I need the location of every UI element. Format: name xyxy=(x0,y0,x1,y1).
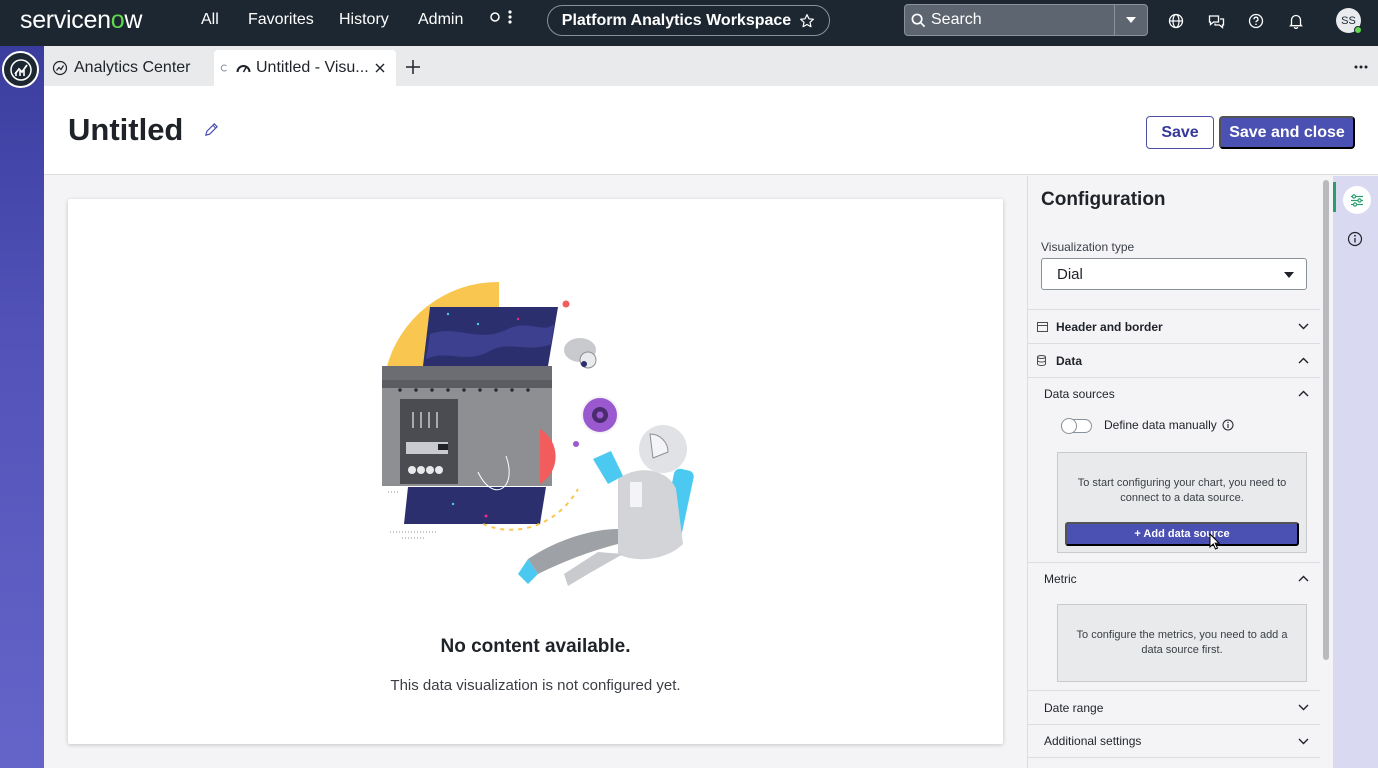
top-navigation-bar: servicenow All Favorites History Admin P… xyxy=(0,0,1378,46)
header-border-icon xyxy=(1037,321,1048,332)
help-icon[interactable] xyxy=(1246,11,1266,31)
tab-label: Untitled - Visu... xyxy=(256,59,369,76)
left-app-rail xyxy=(0,46,44,768)
scrollbar-thumb[interactable] xyxy=(1323,180,1329,660)
info-icon xyxy=(1347,231,1363,247)
close-icon[interactable] xyxy=(375,63,385,73)
notification-bell-icon[interactable] xyxy=(1286,11,1306,31)
visualization-type-select[interactable]: Dial xyxy=(1041,258,1307,290)
workspace-name: Platform Analytics Workspace xyxy=(561,11,792,29)
section-label: Data sources xyxy=(1044,386,1115,401)
metric-message: To configure the metrics, you need to ad… xyxy=(1076,629,1288,656)
star-icon[interactable] xyxy=(799,13,815,29)
add-data-source-button[interactable]: + Add data source xyxy=(1065,522,1299,546)
define-data-manually-toggle[interactable] xyxy=(1061,418,1092,434)
visualization-type-label: Visualization type xyxy=(1041,240,1135,254)
caret-down-icon xyxy=(1284,272,1294,278)
chevron-down-icon xyxy=(1298,704,1309,711)
nav-favorites[interactable]: Favorites xyxy=(248,11,314,29)
visualization-type-value: Dial xyxy=(1057,265,1083,283)
tab-label: Analytics Center xyxy=(74,59,191,76)
chevron-down-icon xyxy=(1298,323,1309,330)
nav-history[interactable]: History xyxy=(339,11,389,29)
data-source-message: To start configuring your chart, you nee… xyxy=(1077,477,1287,504)
add-tab-button[interactable] xyxy=(406,54,420,80)
configuration-title: Configuration xyxy=(1041,189,1166,210)
chevron-down-icon xyxy=(1298,738,1309,744)
section-label: Date range xyxy=(1044,700,1104,715)
info-panel-button[interactable] xyxy=(1347,231,1363,252)
dial-chart-icon xyxy=(236,65,251,73)
tab-untitled-visualization[interactable]: Untitled - Visu... xyxy=(214,50,396,86)
user-initials: SS xyxy=(1341,14,1356,27)
empty-state-illustration xyxy=(382,281,694,586)
sliders-icon xyxy=(1351,193,1363,207)
globe-icon[interactable] xyxy=(1166,11,1186,31)
section-data[interactable]: Data xyxy=(1028,343,1320,377)
more-horizontal-icon xyxy=(1354,65,1368,69)
search-icon xyxy=(911,13,925,27)
section-label: Metric xyxy=(1044,571,1077,586)
section-header-and-border[interactable]: Header and border xyxy=(1028,309,1320,343)
nav-more-menu[interactable] xyxy=(490,10,512,24)
mouse-cursor-icon xyxy=(1209,533,1221,550)
toggle-label-text: Define data manually xyxy=(1104,418,1217,432)
section-additional-settings[interactable]: Additional settings xyxy=(1028,724,1320,758)
toggle-knob xyxy=(1061,418,1077,434)
loading-circle-icon xyxy=(220,64,227,72)
plus-icon xyxy=(406,60,420,74)
save-and-close-button[interactable]: Save and close xyxy=(1219,116,1355,149)
section-label: Header and border xyxy=(1056,319,1163,334)
section-data-sources[interactable]: Data sources xyxy=(1028,377,1320,409)
edit-title-button[interactable] xyxy=(204,122,219,142)
metric-empty-box: To configure the metrics, you need to ad… xyxy=(1057,604,1307,682)
section-date-range[interactable]: Date range xyxy=(1028,690,1320,724)
configuration-panel-button[interactable] xyxy=(1343,186,1371,214)
configuration-panel: Configuration Visualization type Dial He… xyxy=(1027,176,1320,768)
nav-admin[interactable]: Admin xyxy=(418,11,463,29)
more-vertical-icon xyxy=(508,10,512,24)
tab-analytics-center[interactable]: Analytics Center xyxy=(52,50,202,86)
tab-overflow-menu[interactable] xyxy=(1354,56,1368,74)
search-input[interactable]: Search xyxy=(931,11,1114,29)
database-icon xyxy=(1037,355,1046,366)
visualization-canvas: No content available. This data visualiz… xyxy=(44,176,1027,768)
chat-icon[interactable] xyxy=(1206,11,1226,31)
empty-state-subtitle: This data visualization is not configure… xyxy=(390,677,681,694)
analytics-app-icon[interactable] xyxy=(2,51,39,88)
page-title: Untitled xyxy=(68,112,184,147)
presence-indicator xyxy=(1354,26,1362,34)
configuration-scrollbar[interactable] xyxy=(1321,176,1333,768)
right-side-rail xyxy=(1333,176,1378,768)
chevron-up-icon xyxy=(1298,390,1309,397)
page-header: Untitled Save Save and close xyxy=(44,86,1378,175)
info-icon[interactable] xyxy=(1222,419,1234,431)
section-label: Data xyxy=(1056,353,1083,368)
nav-all[interactable]: All xyxy=(201,11,219,29)
data-source-empty-box: To start configuring your chart, you nee… xyxy=(1057,452,1307,553)
chevron-up-icon xyxy=(1298,575,1309,582)
empty-state-title: No content available. xyxy=(440,636,631,657)
search-scope-dropdown[interactable] xyxy=(1114,5,1147,35)
pencil-icon xyxy=(205,123,218,136)
global-search[interactable]: Search xyxy=(904,4,1148,36)
workspace-title-pill[interactable]: Platform Analytics Workspace xyxy=(547,5,830,36)
servicenow-logo[interactable]: servicenow xyxy=(20,6,142,35)
section-label: Additional settings xyxy=(1044,734,1142,748)
chevron-up-icon xyxy=(1298,357,1309,364)
visualization-preview-card: No content available. This data visualiz… xyxy=(68,199,1003,744)
active-indicator xyxy=(1333,182,1336,212)
user-avatar[interactable]: SS xyxy=(1336,8,1362,34)
analytics-icon xyxy=(52,60,68,76)
caret-down-icon xyxy=(1126,17,1136,23)
define-data-manually-label: Define data manually xyxy=(1104,418,1234,432)
save-button[interactable]: Save xyxy=(1146,116,1214,149)
circle-icon xyxy=(490,12,500,22)
tab-strip: Analytics Center Untitled - Visu... xyxy=(44,46,1378,86)
section-metric[interactable]: Metric xyxy=(1028,562,1320,594)
